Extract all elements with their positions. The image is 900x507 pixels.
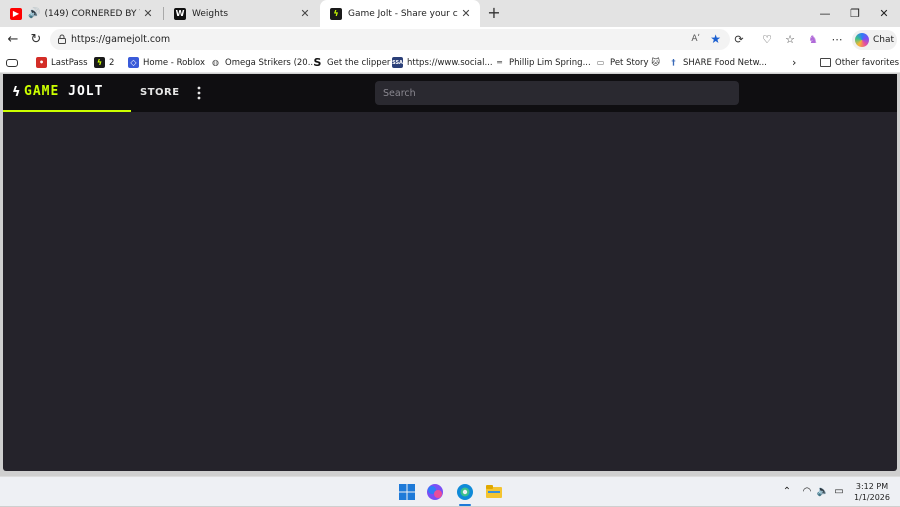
lastpass-icon: • [36,57,47,68]
bookmark-label: https://www.social... [407,57,493,68]
edge-browser-icon[interactable] [455,482,475,502]
favorite-star-icon[interactable]: ★ [710,29,721,50]
battery-icon[interactable]: ▭ [832,477,846,507]
taskbar: ⌃ ◠ 🔈 ▭ 3:12 PM 1/1/2026 [0,476,900,506]
close-window-button[interactable]: ✕ [869,0,899,27]
new-tab-button[interactable]: + [484,3,504,23]
phillip-lim-icon: ═ [497,58,502,67]
clipper-icon: S [313,56,322,69]
bookmark-label: LastPass [51,57,88,68]
tab-youtube[interactable]: ▶ 🔊 (149) CORNERED BY YELL'R BI ✕ [0,0,162,27]
tab-actions-icon [6,58,18,67]
clock-date: 1/1/2026 [854,493,890,502]
clock-time: 3:12 PM [855,482,889,491]
url-text: https://gamejolt.com [71,34,171,45]
bookmark-gamejolt[interactable]: ϟ 2 [94,52,114,73]
windows-start-icon[interactable] [397,482,417,502]
profile-extension-icon[interactable]: ♞ [805,32,821,48]
bookmark-omega-strikers[interactable]: ◍ Omega Strikers (20... [210,52,316,73]
globe-icon: ◍ [212,58,219,67]
bookmark-label: Omega Strikers (20... [225,57,316,68]
bookmark-phillip-lim[interactable]: ═ Phillip Lim Spring... [494,52,591,73]
bookmarks-overflow-chevron-icon[interactable]: › [792,52,796,73]
logo-text: GAME JOLT [24,84,104,99]
browser-essentials-icon[interactable]: ♡ [759,32,775,48]
gamejolt-icon: ϟ [94,57,105,68]
bookmark-social[interactable]: SSA https://www.social... [392,52,493,73]
youtube-icon: ▶ [10,7,22,20]
address-toolbar: ← ↻ https://gamejolt.com Aʹ ★ ⟳ ♡ ☆ ♞ ⋯ … [0,27,900,52]
store-link[interactable]: STORE [140,74,180,112]
gamejolt-icon: ϟ [330,7,342,20]
search-input[interactable] [375,81,739,106]
tab-gamejolt[interactable]: ϟ Game Jolt - Share your creations ✕ [320,0,480,27]
lock-icon [58,34,66,44]
bookmark-label: Phillip Lim Spring... [509,57,591,68]
bookmark-roblox[interactable]: ◇ Home - Roblox [128,52,205,73]
main-content-area [3,112,897,471]
refresh-button[interactable]: ↻ [26,30,46,50]
address-bar[interactable]: https://gamejolt.com Aʹ ★ [50,29,730,50]
file-explorer-icon[interactable] [484,482,504,502]
gamejolt-page: ϟ GAME JOLT STORE [3,74,897,471]
close-tab-icon[interactable]: ✕ [297,7,313,20]
favorites-icon[interactable]: ☆ [782,32,798,48]
bookmark-label: Home - Roblox [143,57,206,68]
speaker-icon: 🔊 [28,8,41,19]
tab-weights[interactable]: W Weights ✕ [164,0,319,27]
tab-title: Weights [192,8,229,19]
minimize-button[interactable]: — [810,0,840,27]
share-food-icon: † [671,58,676,67]
bookmark-toggle-icon[interactable] [6,52,22,73]
more-vertical-icon[interactable] [193,85,205,101]
close-tab-icon[interactable]: ✕ [458,7,474,20]
wifi-icon[interactable]: ◠ [800,477,814,507]
copilot-chat-button[interactable]: Chat [852,30,897,50]
bookmark-clipper[interactable]: S Get the clipper [312,52,391,73]
copilot-icon[interactable] [425,482,445,502]
gamejolt-logo[interactable]: ϟ GAME JOLT [3,74,131,112]
extensions-icon[interactable]: ⟳ [731,32,747,48]
clock[interactable]: 3:12 PM 1/1/2026 [852,481,892,503]
bookmark-lastpass[interactable]: • LastPass [36,52,88,73]
bolt-icon: ϟ [12,85,21,100]
other-favorites[interactable]: Other favorites [820,52,899,73]
bookmark-label: Get the clipper [327,57,391,68]
bookmark-share-food[interactable]: † SHARE Food Netw... [668,52,767,73]
other-favorites-label: Other favorites [835,57,900,68]
read-aloud-icon[interactable]: Aʹ [691,29,700,50]
tab-title: (149) CORNERED BY YELL'R BI [44,8,140,19]
more-options-icon[interactable]: ⋯ [829,32,845,48]
copilot-icon [855,33,869,47]
pet-story-icon: ▭ [596,58,605,67]
ssa-icon: SSA [392,57,403,68]
tab-strip: ▶ 🔊 (149) CORNERED BY YELL'R BI ✕ W Weig… [0,0,900,27]
folder-icon [820,58,831,67]
gamejolt-topbar: ϟ GAME JOLT STORE [3,74,897,112]
roblox-icon: ◇ [128,57,139,68]
bookmark-pet-story[interactable]: ▭ Pet Story 🐱 [595,52,660,73]
search-box [375,81,739,106]
back-button[interactable]: ← [3,30,23,50]
close-tab-icon[interactable]: ✕ [140,7,156,20]
bookmark-label: Pet Story 🐱 [610,57,661,68]
bookmark-label: 2 [109,57,115,68]
weights-icon: W [174,7,186,20]
chat-label: Chat [873,35,895,45]
volume-icon[interactable]: 🔈 [816,477,830,507]
tab-title: Game Jolt - Share your creations [348,8,458,19]
restore-button[interactable]: ❐ [840,0,870,27]
bookmarks-bar: • LastPass ϟ 2 ◇ Home - Roblox ◍ Omega S… [0,52,900,73]
tray-chevron-up-icon[interactable]: ⌃ [780,477,794,507]
bookmark-label: SHARE Food Netw... [683,57,767,68]
